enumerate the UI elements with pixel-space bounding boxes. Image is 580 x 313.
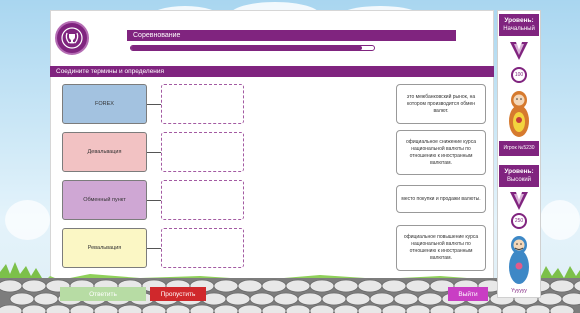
- definition-text: официальное снижение курса национальной …: [405, 138, 476, 166]
- progress-fill: [131, 46, 362, 50]
- definition-text: это межбанковский рынок, на котором прои…: [406, 93, 476, 114]
- progress-bar: [130, 45, 375, 51]
- matryoshka-doll-icon: [509, 236, 529, 284]
- term-label: Девальвация: [87, 149, 122, 155]
- page-title: Соревнование: [127, 30, 456, 41]
- drop-slot-2[interactable]: [161, 132, 244, 172]
- user-name-label: Yyyyyy: [511, 288, 527, 294]
- medal-ribbon-icon: [510, 192, 528, 210]
- cloud: [540, 200, 580, 240]
- connector-line: [147, 200, 161, 201]
- current-level-value: Начальный: [503, 26, 535, 32]
- drop-slot-3[interactable]: [161, 180, 244, 220]
- answer-button[interactable]: Ответить: [60, 287, 146, 301]
- drop-slot-1[interactable]: [161, 84, 244, 124]
- game-screen: Соревнование Соедините термины и определ…: [0, 0, 580, 313]
- term-label: Обменный пункт: [83, 197, 126, 203]
- current-level-title: Уровень:: [504, 17, 534, 24]
- term-card-devaluation[interactable]: Девальвация: [62, 132, 147, 172]
- target-level-header: Уровень: Высокий: [499, 165, 539, 187]
- target-level-value: Высокий: [506, 177, 532, 183]
- laurel-logo-icon: [55, 21, 89, 55]
- term-label: Ревальвация: [87, 245, 122, 251]
- definition-card-1[interactable]: это межбанковский рынок, на котором прои…: [396, 84, 486, 124]
- definition-text: место покупки и продажи валюты.: [401, 195, 481, 202]
- target-score-circle: 250: [511, 213, 527, 229]
- task-instruction: Соедините термины и определения: [50, 66, 494, 77]
- connector-line: [147, 152, 161, 153]
- term-card-forex[interactable]: FOREX: [62, 84, 147, 124]
- skip-button[interactable]: Пропустить: [150, 287, 206, 301]
- connector-line: [147, 248, 161, 249]
- exit-button[interactable]: Выйти: [448, 287, 488, 301]
- current-score-circle: 100: [511, 67, 527, 83]
- definition-card-3[interactable]: место покупки и продажи валюты.: [396, 185, 486, 213]
- connector-line: [147, 104, 161, 105]
- definition-card-2[interactable]: официальное снижение курса национальной …: [396, 130, 486, 175]
- matryoshka-doll-icon: [509, 91, 529, 137]
- cloud: [5, 200, 50, 240]
- target-level-title: Уровень:: [504, 168, 534, 175]
- term-label: FOREX: [95, 101, 114, 107]
- current-level-header: Уровень: Начальный: [499, 14, 539, 36]
- player-id-label: Игрок №5230: [499, 141, 539, 156]
- medal-ribbon-icon: [510, 42, 528, 60]
- term-card-exchange-office[interactable]: Обменный пункт: [62, 180, 147, 220]
- definition-text: официальное повышение курса национальной…: [403, 234, 479, 261]
